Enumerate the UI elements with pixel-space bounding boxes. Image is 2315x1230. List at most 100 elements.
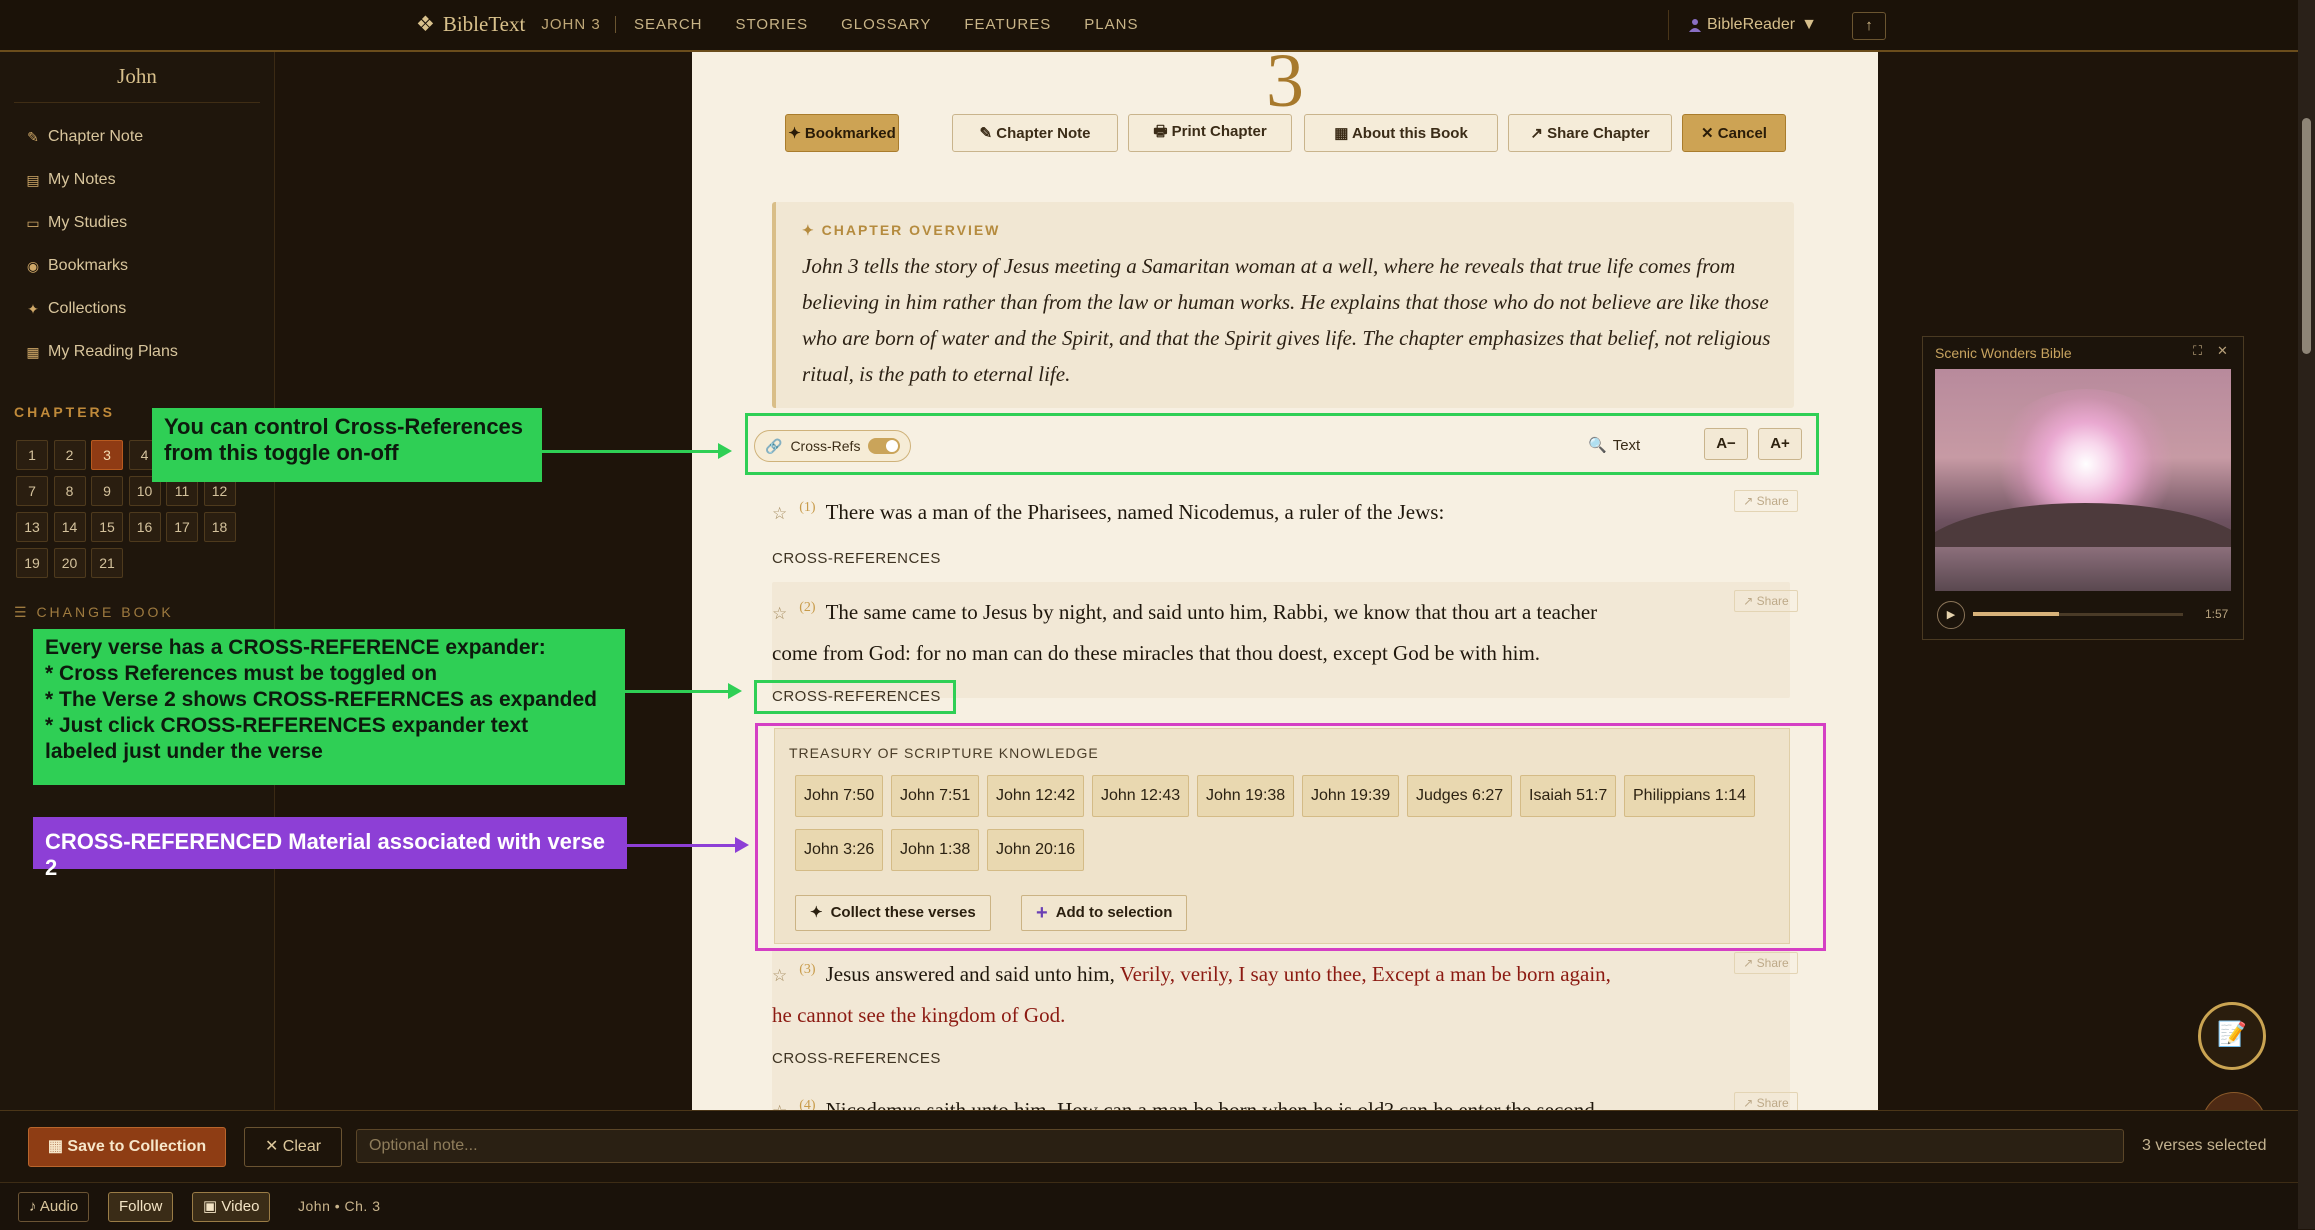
save-to-collection-button[interactable]: ▦ Save to Collection xyxy=(28,1127,226,1167)
page-scrollbar-thumb[interactable] xyxy=(2302,118,2311,354)
chapter-chip-8[interactable]: 8 xyxy=(53,476,86,506)
video-progress-fill xyxy=(1973,612,2059,616)
about-book-button[interactable]: ▦ About this Book xyxy=(1304,114,1498,152)
follow-button[interactable]: Follow xyxy=(108,1192,174,1222)
sidebar-item-reading-plans[interactable]: ▦ My Reading Plans xyxy=(26,343,178,361)
annotation-text: labeled just under the verse xyxy=(45,740,323,763)
overview-heading: ✦ CHAPTER OVERVIEW xyxy=(802,222,1001,238)
chapter-note-button[interactable]: ✎ Chapter Note xyxy=(952,114,1118,152)
annotation-text: Every verse has a CROSS-REFERENCE expand… xyxy=(45,636,546,659)
notes-fab-icon[interactable]: 📝 xyxy=(2198,1002,2266,1070)
nav-search[interactable]: SEARCH xyxy=(634,16,703,33)
annotation-highlight-box xyxy=(745,413,1819,475)
cancel-button[interactable]: ✕ Cancel xyxy=(1682,114,1786,152)
chapter-chip-19[interactable]: 19 xyxy=(16,548,48,578)
chapter-chip-13[interactable]: 13 xyxy=(16,512,48,542)
clear-button[interactable]: ✕ Clear xyxy=(244,1127,342,1167)
crossref-expander[interactable]: CROSS-REFERENCES xyxy=(772,1050,941,1067)
sidebar-item-label: My Reading Plans xyxy=(48,343,178,360)
sidebar-item-label: Bookmarks xyxy=(48,257,129,274)
divider xyxy=(14,102,260,103)
chapter-chip-15[interactable]: 15 xyxy=(91,512,123,542)
chapter-chip-16[interactable]: 16 xyxy=(128,512,161,542)
bookmark-icon: ◉ xyxy=(26,257,40,274)
nav-plans[interactable]: PLANS xyxy=(1084,16,1138,33)
sidebar-item-my-studies[interactable]: ▭ My Studies xyxy=(26,214,127,232)
verse-3[interactable]: ☆ (3) Jesus answered and said unto him, Ve… xyxy=(772,950,1611,1035)
verse-2[interactable]: ☆ (2) The same came to Jesus by night, and… xyxy=(772,588,1597,673)
red-letter-text: Verily, verily, I say unto thee, Except … xyxy=(1119,962,1611,986)
pencil-icon: ✎ xyxy=(27,128,39,145)
annotation-arrow xyxy=(627,837,749,853)
annotation-text: You can control Cross-References xyxy=(164,414,524,439)
sidebar-book-title: John xyxy=(117,64,157,88)
share-button[interactable]: ↗ Share xyxy=(1734,490,1798,512)
chapter-chip-9[interactable]: 9 xyxy=(91,476,123,506)
annotation-expander-note: Every verse has a CROSS-REFERENCE expand… xyxy=(33,629,625,785)
caret-down-icon: ▼ xyxy=(1801,16,1817,33)
current-book-ref[interactable]: JOHN 3 xyxy=(541,16,616,33)
verse-1[interactable]: ☆ (1) There was a man of the Pharisees, na… xyxy=(772,488,1444,534)
share-button[interactable]: ↗ Share xyxy=(1734,590,1798,612)
star-icon[interactable]: ☆ xyxy=(772,966,787,986)
video-title: Scenic Wonders Bible xyxy=(1935,345,2072,361)
sidebar-item-bookmarks[interactable]: ◉ Bookmarks xyxy=(26,257,128,275)
sidebar-item-my-notes[interactable]: ▤ My Notes xyxy=(26,171,116,189)
annotation-toggle-note: You can control Cross-References from th… xyxy=(152,408,542,482)
nav-glossary[interactable]: GLOSSARY xyxy=(841,16,931,33)
note-input[interactable] xyxy=(356,1129,2124,1163)
user-menu[interactable]: BibleReader ▼ xyxy=(1668,10,1817,40)
scroll-top-button[interactable]: ↑ xyxy=(1852,12,1886,40)
sidebar-item-label: My Notes xyxy=(48,171,116,188)
chapters-heading: CHAPTERS xyxy=(14,404,116,420)
sidebar-item-chapter-note[interactable]: ✎ Chapter Note xyxy=(26,128,143,146)
close-icon[interactable]: ✕ xyxy=(2217,343,2228,359)
star-icon[interactable]: ☆ xyxy=(772,504,787,524)
chapter-overview: ✦ CHAPTER OVERVIEW John 3 tells the stor… xyxy=(772,202,1794,408)
change-book-link[interactable]: ☰ CHANGE BOOK xyxy=(14,604,174,621)
red-letter-text-cont: he cannot see the kingdom of God. xyxy=(772,1003,1066,1027)
play-icon[interactable]: ▶ xyxy=(1937,601,1965,629)
chapter-chip-1[interactable]: 1 xyxy=(16,440,48,470)
chapter-chip-18[interactable]: 18 xyxy=(203,512,236,542)
video-button[interactable]: ▣ Video xyxy=(192,1192,271,1222)
audio-button[interactable]: ♪ Audio xyxy=(18,1192,90,1222)
brand-logo[interactable]: ❖ BibleText JOHN 3 xyxy=(416,12,616,37)
video-frame[interactable] xyxy=(1935,369,2231,591)
chapter-chip-14[interactable]: 14 xyxy=(53,512,86,542)
verse-text: There was a man of the Pharisees, named … xyxy=(825,500,1445,524)
nav-stories[interactable]: STORIES xyxy=(736,16,809,33)
chapter-chip-21[interactable]: 21 xyxy=(91,548,123,578)
chapter-chip-3[interactable]: 3 xyxy=(91,440,123,470)
print-chapter-button[interactable]: 🖶 Print Chapter xyxy=(1128,114,1292,152)
collection-icon: ▦ xyxy=(47,1138,68,1155)
share-chapter-button[interactable]: ↗ Share Chapter xyxy=(1508,114,1672,152)
brand-name: BibleText xyxy=(442,12,526,36)
share-button[interactable]: ↗ Share xyxy=(1734,952,1798,974)
chapter-chip-17[interactable]: 17 xyxy=(166,512,198,542)
bookmarked-button[interactable]: ✦ Bookmarked xyxy=(785,114,899,152)
chapter-chip-20[interactable]: 20 xyxy=(53,548,86,578)
video-water xyxy=(1935,547,2231,591)
star-icon[interactable]: ☆ xyxy=(772,604,787,624)
books-icon: ▦ xyxy=(26,343,40,360)
annotation-arrow xyxy=(542,443,732,459)
verse-number: (3) xyxy=(799,962,816,977)
annotation-highlight-box xyxy=(754,680,956,714)
selection-bar: ▦ Save to Collection ✕ Clear 3 verses se… xyxy=(0,1110,2298,1183)
sidebar-item-label: Chapter Note xyxy=(48,128,144,145)
verse-number: (2) xyxy=(799,600,816,615)
expand-icon[interactable]: ⛶ xyxy=(2193,343,2202,359)
main-nav: SEARCH STORIES GLOSSARY FEATURES PLANS xyxy=(634,16,1138,33)
video-player: Scenic Wonders Bible ⛶ ✕ ▶ 1:57 xyxy=(1922,336,2244,640)
verse-text-cont: come from God: for no man can do these m… xyxy=(772,641,1541,665)
sidebar-item-collections[interactable]: ✦ Collections xyxy=(26,300,126,318)
verse-text: Jesus answered and said unto him, xyxy=(825,962,1120,986)
verse-number: (1) xyxy=(799,500,816,515)
media-location: John • Ch. 3 xyxy=(298,1198,381,1214)
nav-features[interactable]: FEATURES xyxy=(964,16,1051,33)
chapter-chip-2[interactable]: 2 xyxy=(53,440,86,470)
crossref-expander[interactable]: CROSS-REFERENCES xyxy=(772,550,941,567)
chapter-chip-7[interactable]: 7 xyxy=(16,476,48,506)
media-bar: ♪ Audio Follow ▣ Video John • Ch. 3 xyxy=(0,1182,2298,1230)
